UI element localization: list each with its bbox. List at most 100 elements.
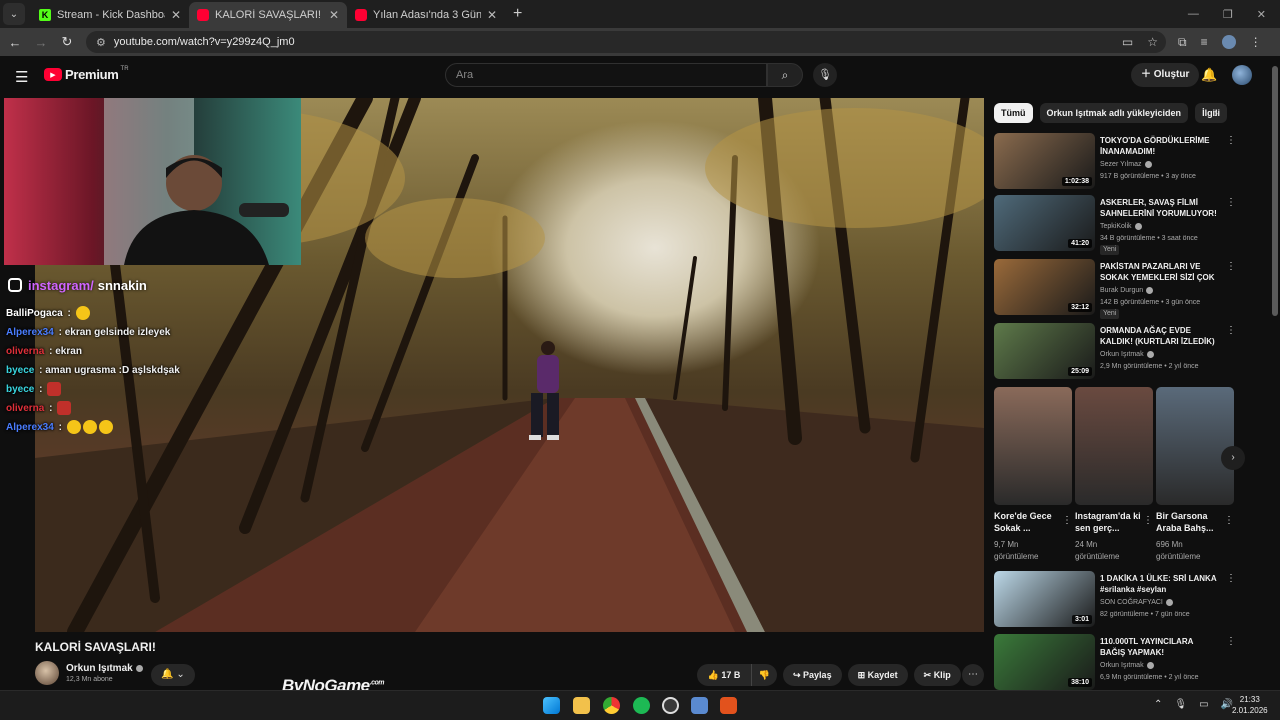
shorts-next-icon[interactable]: › (1221, 446, 1245, 470)
extensions-icon[interactable]: ⧉ (1178, 35, 1187, 50)
recommended-title[interactable]: 1 DAKİKA 1 ÜLKE: SRİ LANKA #srilanka #se… (1100, 573, 1218, 595)
app-icon[interactable] (691, 697, 708, 714)
more-options-icon[interactable]: ⋮ (1226, 261, 1236, 272)
spotify-icon[interactable] (633, 697, 650, 714)
browser-tab-youtube-2[interactable]: Yılan Adası'nda 3 Günlük Hayat ✕ (347, 2, 505, 28)
video-thumbnail[interactable]: 3:01 (994, 571, 1095, 627)
notifications-bell-icon[interactable]: 🔔 (1201, 67, 1217, 83)
recommended-channel[interactable]: Sezer Yılmaz (1100, 159, 1152, 171)
tray-chevron-icon[interactable]: ⌃ (1154, 699, 1162, 710)
url-field[interactable]: ⚙ youtube.com/watch?v=y299z4Q_jm0 ▭ ☆ (86, 31, 1166, 53)
obs-icon[interactable] (662, 697, 679, 714)
cast-icon[interactable]: ▭ (1122, 35, 1133, 49)
short-thumbnail[interactable] (1156, 387, 1234, 505)
search-input[interactable]: Ara (445, 63, 767, 87)
video-thumbnail[interactable]: 38:10 (994, 634, 1095, 690)
new-tab-button[interactable]: + (513, 5, 522, 23)
chip-uploader[interactable]: Orkun Işıtmak adlı yükleyiciden (1039, 103, 1189, 123)
profile-icon[interactable] (1221, 35, 1236, 49)
microphone-icon[interactable]: 🎙 (1174, 699, 1187, 710)
create-label: Oluştur (1153, 69, 1190, 80)
close-tab-icon[interactable]: ✕ (171, 8, 181, 22)
more-options-icon[interactable]: ⋮ (1062, 515, 1072, 526)
media-controls-icon[interactable]: ≡ (1201, 35, 1208, 49)
chevron-right-icon[interactable]: › (1214, 106, 1218, 120)
short-thumbnail[interactable] (994, 387, 1072, 505)
site-info-icon[interactable]: ⚙ (96, 36, 106, 49)
chrome-icon[interactable] (603, 697, 620, 714)
browser-tab-youtube-active[interactable]: KALORİ SAVAŞLARI! - YouTube ✕ (189, 2, 347, 28)
channel-text: TepkiKolik (1100, 223, 1132, 230)
short-title[interactable]: Bir Garsona Araba Bahş... (1156, 510, 1224, 534)
file-explorer-icon[interactable] (573, 697, 590, 714)
chip-related[interactable]: İlgili (1195, 103, 1228, 123)
chip-all[interactable]: Tümü (994, 103, 1033, 123)
recommended-video[interactable]: 25:09 ORMANDA AĞAÇ EVDE KALDIK! (KURTLARI… (994, 323, 1244, 381)
recommended-video[interactable]: 38:10 110.000TL YAYINCILARA BAĞIŞ YAPMAK!… (994, 634, 1244, 692)
back-icon[interactable]: ← (2, 35, 28, 50)
youtube-premium-logo[interactable]: ▶ Premium TR (44, 65, 129, 82)
like-button[interactable]: 👍 17 B (697, 664, 751, 686)
recommended-channel[interactable]: SON COĞRAFYACI (1100, 597, 1173, 609)
reload-icon[interactable]: ↻ (54, 34, 80, 50)
more-options-icon[interactable]: ⋮ (1226, 197, 1236, 208)
minimize-icon[interactable]: — (1188, 8, 1199, 21)
short-title[interactable]: Kore'de Gece Sokak ... (994, 510, 1062, 534)
close-window-icon[interactable]: ✕ (1257, 8, 1266, 21)
subscription-bell-button[interactable]: 🔔 ⌄ (151, 664, 195, 686)
close-tab-icon[interactable]: ✕ (487, 8, 497, 22)
region-code: TR (120, 65, 129, 72)
clip-button[interactable]: ✂ Klip (913, 664, 961, 686)
brave-icon[interactable] (720, 697, 737, 714)
page-scrollbar[interactable] (1272, 66, 1278, 316)
recommended-channel[interactable]: Orkun Işıtmak (1100, 660, 1154, 672)
recommended-title[interactable]: PAKİSTAN PAZARLARI VE SOKAK YEMEKLERİ Sİ… (1100, 261, 1218, 283)
save-button[interactable]: ⊞ Kaydet (847, 664, 908, 686)
short-thumbnail[interactable] (1075, 387, 1153, 505)
recommended-video[interactable]: 32:12 PAKİSTAN PAZARLARI VE SOKAK YEMEKLE… (994, 259, 1244, 319)
video-thumbnail[interactable]: 25:09 (994, 323, 1095, 379)
dislike-button[interactable]: 👎 (751, 664, 777, 686)
close-tab-icon[interactable]: ✕ (329, 8, 339, 22)
share-button[interactable]: ↪ Paylaş (783, 664, 842, 686)
recommended-channel[interactable]: TepkiKolik (1100, 221, 1142, 233)
recommended-video[interactable]: 1:02:38 TOKYO'DA GÖRDÜKLERİME İNANAMADIM!… (994, 133, 1244, 191)
channel-avatar[interactable] (35, 661, 59, 685)
short-title[interactable]: Instagram'da ki sen gerç... (1075, 510, 1143, 534)
more-options-icon[interactable]: ⋮ (1224, 515, 1234, 526)
create-button[interactable]: ＋ Oluştur (1131, 63, 1200, 87)
hamburger-menu-icon[interactable]: ☰ (15, 68, 28, 86)
maximize-icon[interactable]: ❐ (1223, 8, 1233, 21)
more-options-icon[interactable]: ⋮ (1226, 135, 1236, 146)
recommended-video[interactable]: 41:20 ASKERLER, SAVAŞ FİLMİ SAHNELERİNİ Y… (994, 195, 1244, 255)
video-thumbnail[interactable]: 1:02:38 (994, 133, 1095, 189)
recommended-title[interactable]: ORMANDA AĞAÇ EVDE KALDIK! (KURTLARI İZLE… (1100, 325, 1218, 347)
forward-icon[interactable]: → (28, 35, 54, 50)
windows-start-icon[interactable] (543, 697, 560, 714)
browser-menu-icon[interactable]: ⋮ (1250, 35, 1262, 49)
bookmark-star-icon[interactable]: ☆ (1147, 35, 1158, 49)
recommended-title[interactable]: TOKYO'DA GÖRDÜKLERİME İNANAMADIM! (1100, 135, 1218, 157)
display-icon[interactable]: ▭ (1199, 699, 1208, 710)
recommended-title[interactable]: 110.000TL YAYINCILARA BAĞIŞ YAPMAK! (1100, 636, 1218, 658)
system-clock[interactable]: 21:33 2.01.2026 (1232, 694, 1268, 716)
video-thumbnail[interactable]: 32:12 (994, 259, 1095, 315)
video-thumbnail[interactable]: 41:20 (994, 195, 1095, 251)
video-title: KALORİ SAVAŞLARI! (35, 640, 156, 654)
recommended-channel[interactable]: Orkun Işıtmak (1100, 349, 1154, 361)
channel-name[interactable]: Orkun Işıtmak (66, 663, 143, 674)
voice-search-icon[interactable]: 🎙 (813, 63, 837, 87)
save-label: Kaydet (867, 670, 898, 680)
more-options-icon[interactable]: ⋮ (1226, 636, 1236, 647)
more-options-icon[interactable]: ⋮ (1143, 515, 1153, 526)
more-options-icon[interactable]: ⋮ (1226, 325, 1236, 336)
more-actions-icon[interactable]: ⋯ (962, 664, 984, 686)
more-options-icon[interactable]: ⋮ (1226, 573, 1236, 584)
account-avatar[interactable] (1232, 65, 1252, 85)
search-button[interactable]: ⌕ (767, 63, 803, 87)
browser-tab-kick[interactable]: K Stream - Kick Dashboard ✕ (31, 2, 189, 28)
recommended-video[interactable]: 3:01 1 DAKİKA 1 ÜLKE: SRİ LANKA #srilanka… (994, 571, 1244, 629)
recommended-title[interactable]: ASKERLER, SAVAŞ FİLMİ SAHNELERİNİ YORUML… (1100, 197, 1218, 219)
recommended-channel[interactable]: Burak Durgun (1100, 285, 1154, 297)
tab-search-button[interactable]: ⌄ (3, 3, 25, 25)
